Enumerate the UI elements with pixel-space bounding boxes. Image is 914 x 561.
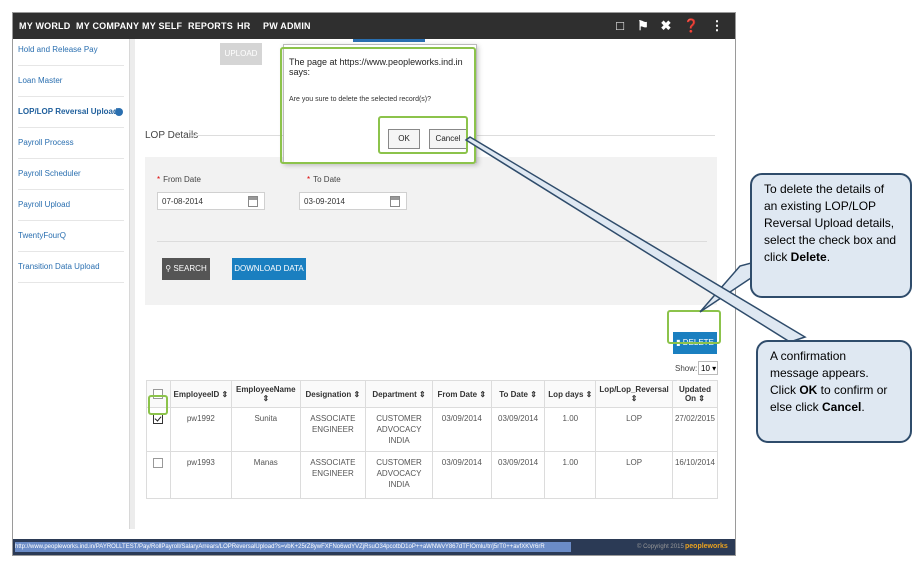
delete-instruction-callout: To delete the details of an existing LOP… xyxy=(750,173,912,298)
confirm-instruction-callout: A confirmation message appears. Click OK… xyxy=(756,340,912,443)
